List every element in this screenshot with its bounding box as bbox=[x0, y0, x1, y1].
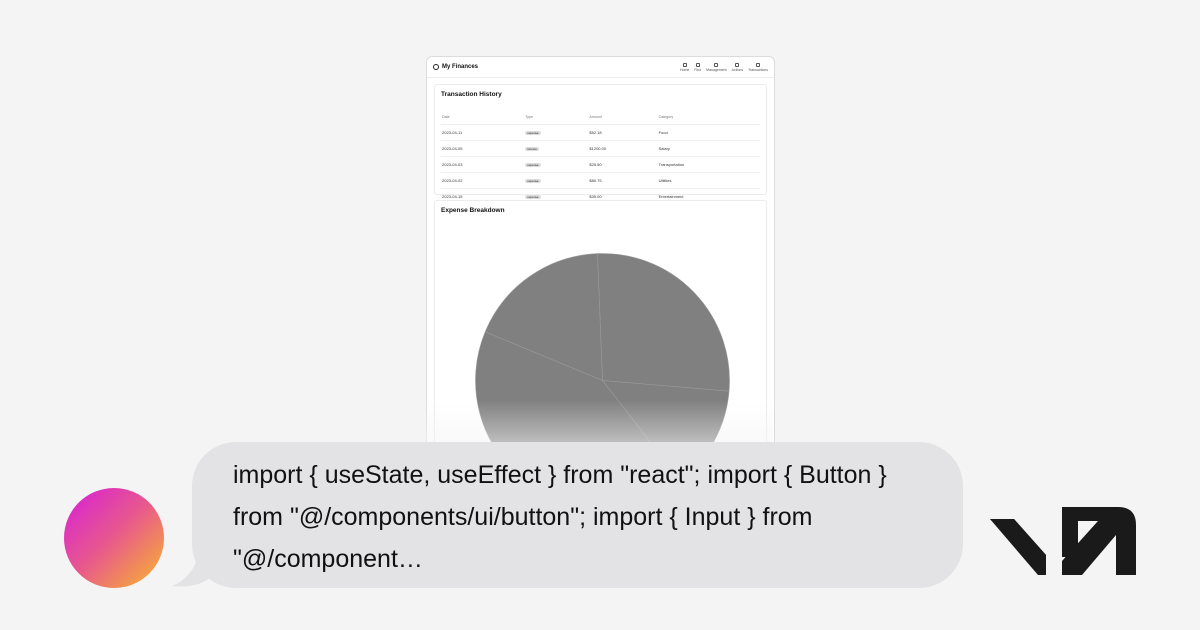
cell-amount: $25.50 bbox=[588, 156, 658, 173]
message-text: import { useState, useEffect } from "rea… bbox=[233, 461, 887, 573]
cell-type: expense bbox=[524, 172, 589, 189]
type-badge: expense bbox=[525, 179, 541, 183]
nav-item-management[interactable]: Management bbox=[706, 62, 727, 72]
transactions-table: Date Type Amount Category 2023-04-11 expe… bbox=[441, 109, 760, 205]
table-row: 2023-04-11 expense $52.18 Food bbox=[441, 124, 760, 141]
column-header: Category bbox=[657, 109, 760, 125]
app-header: My Finances Home Find Management Actions… bbox=[427, 57, 774, 78]
column-header: Type bbox=[524, 109, 589, 125]
table-row: 2023-04-05 income $1200.00 Salary bbox=[441, 140, 760, 157]
card-title: Transaction History bbox=[441, 91, 502, 98]
nav-item-find[interactable]: Find bbox=[694, 62, 701, 72]
pie-slice-food bbox=[597, 253, 730, 392]
text-icon bbox=[735, 62, 740, 67]
cell-category: Transportation bbox=[657, 156, 760, 173]
column-header: Amount bbox=[588, 109, 658, 125]
cell-type: expense bbox=[524, 156, 589, 173]
cell-date: 2023-04-02 bbox=[441, 172, 525, 189]
table-row: 2023-04-02 expense $80.75 Utilities bbox=[441, 172, 760, 189]
transaction-history-card: Transaction History Date Type Amount Cat… bbox=[434, 84, 767, 205]
wallet-icon bbox=[433, 64, 439, 70]
app-brand: My Finances bbox=[433, 64, 478, 70]
cell-category: Salary bbox=[657, 140, 760, 157]
home-icon bbox=[682, 62, 687, 67]
column-header: Date bbox=[441, 109, 525, 125]
chat-icon bbox=[714, 62, 719, 67]
nav-item-actions[interactable]: Actions bbox=[732, 62, 743, 72]
cell-category: Food bbox=[657, 124, 760, 141]
user-avatar bbox=[64, 488, 164, 588]
table-row: 2023-04-03 expense $25.50 Transportation bbox=[441, 156, 760, 173]
type-badge: expense bbox=[525, 131, 541, 135]
cell-type: expense bbox=[524, 124, 589, 141]
type-badge: income bbox=[525, 147, 539, 151]
type-badge: expense bbox=[525, 195, 541, 199]
calendar-icon bbox=[756, 62, 761, 67]
nav-item-transactions[interactable]: Transactions bbox=[748, 62, 768, 72]
cell-date: 2023-04-05 bbox=[441, 140, 525, 157]
cell-date: 2023-04-11 bbox=[441, 124, 525, 141]
type-badge: expense bbox=[525, 163, 541, 167]
app-title: My Finances bbox=[442, 64, 479, 70]
table-header-row: Date Type Amount Category bbox=[441, 109, 760, 125]
nav-item-home[interactable]: Home bbox=[680, 62, 689, 72]
cell-amount: $52.18 bbox=[588, 124, 658, 141]
v0-logo bbox=[990, 507, 1136, 575]
cell-category: Utilities bbox=[657, 172, 760, 189]
app-nav: Home Find Management Actions Transaction… bbox=[680, 62, 768, 72]
cell-amount: $80.75 bbox=[588, 172, 658, 189]
cell-date: 2023-04-03 bbox=[441, 156, 525, 173]
card-title: Expense Breakdown bbox=[441, 207, 505, 214]
cell-type: income bbox=[524, 140, 589, 157]
cell-amount: $1200.00 bbox=[588, 140, 658, 157]
gear-icon bbox=[695, 62, 700, 67]
